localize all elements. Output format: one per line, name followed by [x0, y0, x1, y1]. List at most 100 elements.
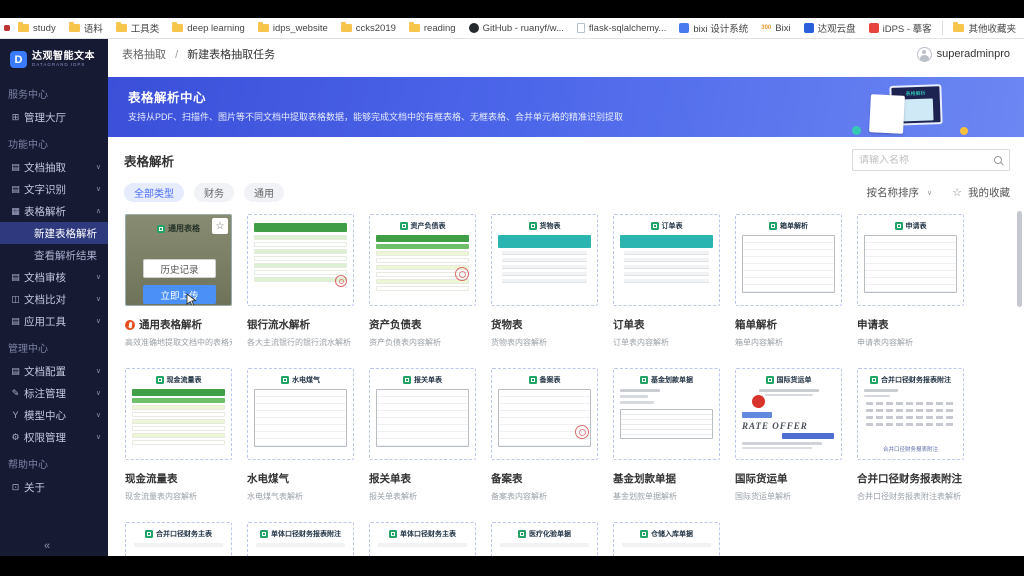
sidebar-subitem-new-table-parse[interactable]: 新建表格解析	[0, 222, 108, 244]
sidebar-item-doc-review[interactable]: ▤文档审核∨	[0, 266, 108, 288]
preview-graphic	[866, 402, 955, 405]
card[interactable]: 备案表备案表备案表内容解析	[491, 368, 598, 502]
bookmark-item[interactable]: ccks2019	[341, 23, 396, 34]
search-input[interactable]	[859, 155, 990, 166]
card[interactable]: 订单表订单表订单表内容解析	[613, 214, 720, 348]
bookmark-item[interactable]: idps_website	[258, 23, 328, 34]
excel-icon	[529, 376, 537, 384]
card-preview[interactable]: 医疗化验单据	[491, 522, 598, 556]
document-icon: ▤	[10, 184, 21, 195]
sidebar-item-about[interactable]: ⊡关于	[0, 476, 108, 498]
card-preview[interactable]: 报关单表	[369, 368, 476, 460]
card-preview[interactable]: 基金划款单据	[613, 368, 720, 460]
search-box[interactable]	[852, 149, 1010, 171]
sidebar-item-permission-mgmt[interactable]: ⚙权限管理∨	[0, 426, 108, 448]
sidebar-item-ocr[interactable]: ▤文字识别∨	[0, 178, 108, 200]
bookmark-item[interactable]: reading	[409, 23, 456, 34]
card-preview[interactable]: 单体口径财务报表附注	[247, 522, 354, 556]
filter-pill[interactable]: 通用	[244, 183, 284, 202]
sidebar-item-table-parse[interactable]: ▦表格解析∧	[0, 200, 108, 222]
card[interactable]: 现金流量表现金流量表现金流量表内容解析	[125, 368, 232, 502]
bookmark-item[interactable]: 工具类	[116, 21, 160, 35]
preview-doc-header: 箱单解析	[742, 221, 835, 231]
card[interactable]: 仓储入库单据	[613, 522, 720, 556]
card[interactable]: 水电煤气水电煤气水电煤气表解析	[247, 368, 354, 502]
card-description: 订单表内容解析	[613, 337, 720, 348]
sidebar-item-doc-config[interactable]: ▤文档配置∨	[0, 360, 108, 382]
card-preview[interactable]: 单体口径财务主表	[369, 522, 476, 556]
card-preview[interactable]: 国际货运单RATE OFFER	[735, 368, 842, 460]
history-button[interactable]: 历史记录	[143, 259, 216, 278]
bookmark-item[interactable]: bixi 设计系统	[679, 21, 748, 35]
bookmark-item[interactable]: study	[18, 23, 56, 34]
bookmark-item[interactable]: 300Bixi	[761, 23, 790, 34]
bookmark-item[interactable]: flask-sqlalchemy...	[577, 23, 666, 34]
card[interactable]: 合并口径财务报表附注合并口径财务报表附注合并口径财务报表附注合并口径财务报表附注…	[857, 368, 964, 502]
preview-graphic	[500, 543, 589, 547]
card-preview[interactable]: 备案表	[491, 368, 598, 460]
card[interactable]: 通用表格☆历史记录立即上传通用表格解析高效准确地提取文档中的表格元素	[125, 214, 232, 348]
card[interactable]: 医疗化验单据	[491, 522, 598, 556]
preview-graphic	[376, 279, 469, 284]
sidebar-item-doc-compare[interactable]: ◫文档比对∨	[0, 288, 108, 310]
card-preview[interactable]: 现金流量表	[125, 368, 232, 460]
sidebar-item-model-center[interactable]: Y模型中心∨	[0, 404, 108, 426]
card-preview[interactable]: 合并口径财务主表	[125, 522, 232, 556]
bookmark-item[interactable]: iDPS - 摹客	[869, 21, 932, 35]
bookmark-item[interactable]: GitHub - ruanyf/w...	[469, 23, 564, 34]
card-preview[interactable]: 合并口径财务报表附注合并口径财务报表附注	[857, 368, 964, 460]
card[interactable]: 货物表货物表货物表内容解析	[491, 214, 598, 348]
card-preview[interactable]: 资产负债表	[369, 214, 476, 306]
main-content: 表格抽取 / 新建表格抽取任务 superadminpro 表格解析中心 支持从…	[108, 39, 1024, 556]
preview-graphic	[376, 251, 469, 256]
sidebar-item-doc-extract[interactable]: ▤文档抽取∨	[0, 156, 108, 178]
card-preview[interactable]: 箱单解析	[735, 214, 842, 306]
card-title: 通用表格解析	[139, 317, 202, 332]
star-icon[interactable]: ☆	[212, 218, 228, 234]
sidebar-item-management-hall[interactable]: ⊞管理大厅	[0, 106, 108, 128]
chevron-down-icon[interactable]: ∨	[927, 189, 932, 197]
bookmark-item[interactable]: 语料	[69, 21, 103, 35]
card[interactable]: 合并口径财务主表	[125, 522, 232, 556]
app-logo[interactable]: D 达观智能文本 DATAGRAND IDPS	[0, 39, 108, 78]
card[interactable]: 国际货运单RATE OFFER国际货运单国际货运单解析	[735, 368, 842, 502]
sidebar-item-label: 关于	[24, 480, 45, 495]
scrollbar-thumb[interactable]	[1017, 211, 1022, 307]
card[interactable]: 单体口径财务主表	[369, 522, 476, 556]
search-icon[interactable]	[994, 156, 1003, 165]
bookmark-item[interactable]: 达观云盘	[804, 21, 856, 35]
card-preview[interactable]: 仓储入库单据	[613, 522, 720, 556]
filter-pill[interactable]: 财务	[194, 183, 234, 202]
user-menu[interactable]: superadminpro	[917, 47, 1010, 62]
card-preview[interactable]: 货物表	[491, 214, 598, 306]
card-title-row: 箱单解析	[735, 317, 842, 332]
card[interactable]: 箱单解析箱单解析箱单内容解析	[735, 214, 842, 348]
card-preview[interactable]: 通用表格☆历史记录立即上传	[125, 214, 232, 306]
card[interactable]: 基金划款单据基金划款单据基金划款单据解析	[613, 368, 720, 502]
card-preview[interactable]: 水电煤气	[247, 368, 354, 460]
card-preview[interactable]: 订单表	[613, 214, 720, 306]
card[interactable]: 报关单表报关单表报关单表解析	[369, 368, 476, 502]
bookmark-label: reading	[424, 23, 456, 34]
favorites-label[interactable]: 我的收藏	[968, 185, 1010, 200]
breadcrumb-item[interactable]: 表格抽取	[122, 49, 166, 61]
card-title-row: 水电煤气	[247, 471, 354, 486]
upload-button[interactable]: 立即上传	[143, 285, 216, 304]
bookmark-item[interactable]: deep learning	[172, 23, 245, 34]
sidebar-subitem-view-parse-results[interactable]: 查看解析结果	[0, 244, 108, 266]
card[interactable]: 银行流水解析各大主流银行的银行流水解析	[247, 214, 354, 348]
card-title-row: 基金划款单据	[613, 471, 720, 486]
card[interactable]: 资产负债表资产负债表资产负债表内容解析	[369, 214, 476, 348]
card[interactable]: 单体口径财务报表附注	[247, 522, 354, 556]
bookmark-label: deep learning	[187, 23, 245, 34]
sort-label[interactable]: 按名称排序	[867, 185, 920, 200]
card-preview[interactable]: 申请表	[857, 214, 964, 306]
sidebar-item-app-tools[interactable]: ▤应用工具∨	[0, 310, 108, 332]
card-preview[interactable]	[247, 214, 354, 306]
filter-pill[interactable]: 全部类型	[124, 183, 184, 202]
card[interactable]: 申请表申请表申请表内容解析	[857, 214, 964, 348]
sidebar-collapse-icon[interactable]: «	[44, 540, 50, 552]
other-bookmarks[interactable]: 其他收藏夹	[942, 21, 1016, 35]
star-icon[interactable]: ☆	[952, 186, 962, 199]
sidebar-item-annotation-mgmt[interactable]: ✎标注管理∨	[0, 382, 108, 404]
